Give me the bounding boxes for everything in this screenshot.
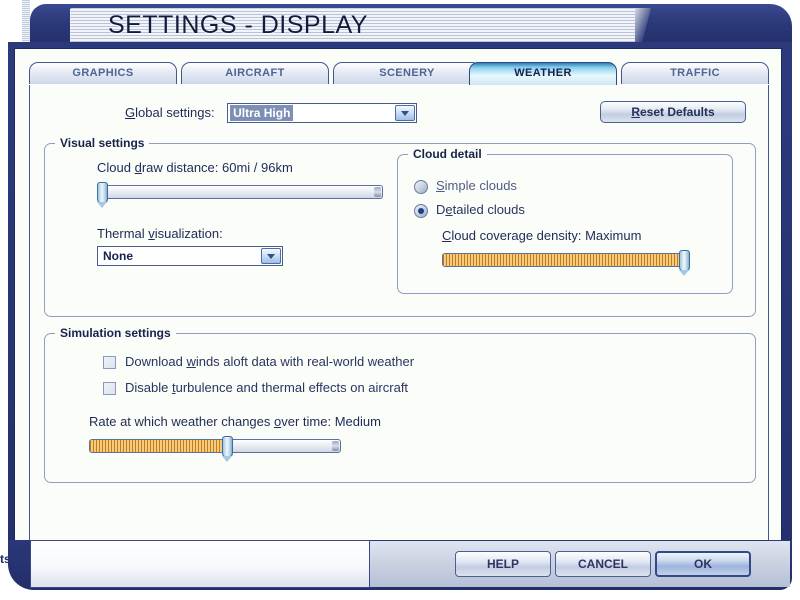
checkbox-download-winds-label[interactable]: Download winds aloft data with real-worl…: [125, 354, 414, 369]
thermal-visualization-value: None: [103, 249, 133, 263]
cloud-coverage-density-slider[interactable]: [442, 250, 690, 276]
tab-graphics[interactable]: GRAPHICS: [29, 62, 177, 84]
thermal-visualization-label: Thermal visualization:: [97, 226, 223, 241]
radio-simple-clouds-label[interactable]: Simple clouds: [436, 178, 517, 193]
cloud-draw-distance-label: Cloud draw distance: 60mi / 96km: [97, 160, 293, 175]
slider-thumb[interactable]: [222, 436, 233, 462]
global-settings-value: Ultra High: [230, 105, 294, 121]
chevron-down-icon[interactable]: [261, 248, 281, 264]
weather-rate-label: Rate at which weather changes over time:…: [89, 414, 381, 429]
cloud-coverage-density-label: Cloud coverage density: Maximum: [442, 228, 642, 243]
reset-defaults-button[interactable]: Reset Defaults: [600, 101, 746, 123]
footer-bar: HELP CANCEL OK: [8, 540, 792, 596]
slider-endcap: [332, 441, 339, 451]
tab-weather[interactable]: WEATHER: [469, 62, 617, 85]
weather-rate-slider[interactable]: [89, 436, 341, 462]
window-title: SETTINGS - DISPLAY: [108, 11, 368, 39]
visual-settings-title: Visual settings: [55, 136, 150, 150]
global-settings-dropdown[interactable]: Ultra High: [227, 103, 418, 123]
tab-aircraft[interactable]: AIRCRAFT: [181, 62, 329, 84]
footer-left-panel: [30, 540, 370, 588]
radio-detailed-clouds-label[interactable]: Detailed clouds: [436, 202, 525, 217]
global-settings-label: Global settings:: [125, 105, 215, 121]
checkbox-download-winds[interactable]: [103, 356, 116, 369]
tab-traffic[interactable]: TRAFFIC: [621, 62, 769, 84]
tab-scenery[interactable]: SCENERY: [333, 62, 481, 84]
settings-window: SETTINGS - DISPLAY GRAPHICS AIRCRAFT SCE…: [8, 4, 792, 590]
slider-thumb[interactable]: [679, 250, 690, 276]
slider-endcap: [374, 187, 381, 197]
visual-settings-group: Visual settings Cloud draw distance: 60m…: [44, 136, 756, 317]
window-inner-panel: GRAPHICS AIRCRAFT SCENERY WEATHER TRAFFI…: [14, 48, 782, 550]
checkbox-disable-turbulence-label[interactable]: Disable turbulence and thermal effects o…: [125, 380, 408, 395]
simulation-settings-group: Simulation settings Download winds aloft…: [44, 326, 756, 483]
slider-fill: [443, 254, 682, 266]
simulation-settings-title: Simulation settings: [55, 326, 176, 340]
cloud-detail-group: Cloud detail Simple clouds Detailed clou…: [397, 147, 733, 294]
slider-thumb[interactable]: [97, 182, 108, 208]
cloud-draw-distance-slider[interactable]: [97, 182, 383, 208]
thermal-visualization-dropdown[interactable]: None: [97, 246, 283, 266]
screen: ts SETTINGS - DISPLAY GRAPHICS AIRCRAFT …: [0, 0, 800, 600]
ok-button[interactable]: OK: [655, 551, 751, 577]
slider-fill: [90, 440, 226, 452]
chevron-down-icon[interactable]: [395, 105, 416, 121]
help-button[interactable]: HELP: [455, 551, 551, 577]
cancel-button[interactable]: CANCEL: [555, 551, 651, 577]
cloud-detail-title: Cloud detail: [408, 147, 487, 161]
tab-strip: GRAPHICS AIRCRAFT SCENERY WEATHER TRAFFI…: [29, 62, 769, 85]
window-body: GRAPHICS AIRCRAFT SCENERY WEATHER TRAFFI…: [8, 42, 792, 554]
tab-content-weather: Global settings: Ultra High Reset Defaul…: [29, 85, 769, 543]
checkbox-disable-turbulence[interactable]: [103, 382, 116, 395]
radio-simple-clouds[interactable]: [414, 180, 428, 194]
global-settings-row: Global settings: Ultra High: [125, 103, 418, 123]
radio-detailed-clouds[interactable]: [414, 204, 428, 218]
